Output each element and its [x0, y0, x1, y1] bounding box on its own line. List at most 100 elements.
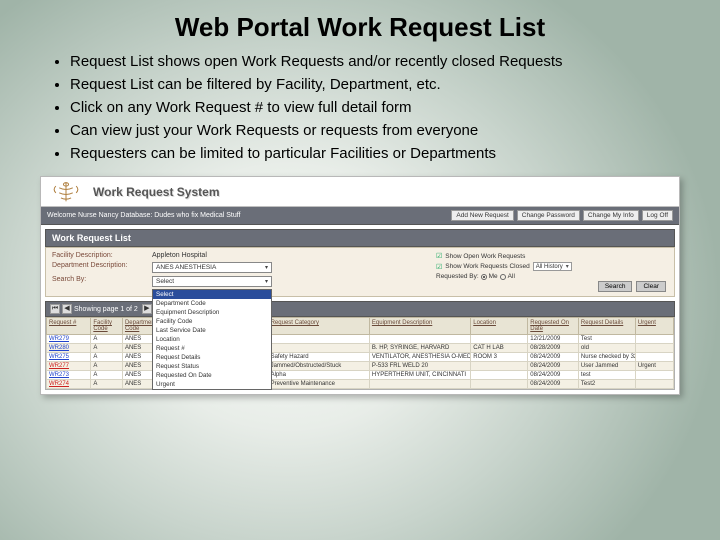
table-row: WR273AANESAlphaHYPERTHERM UNIT, CINCINNA…	[47, 371, 674, 380]
checkbox-checked-icon[interactable]: ☑	[436, 263, 442, 271]
col-urgent[interactable]: Urgent	[635, 318, 673, 335]
cell-location: CAT H LAB	[471, 344, 528, 353]
cell-facility: A	[91, 344, 123, 353]
cell-details: Test2	[578, 380, 635, 389]
cell-details: Test	[578, 335, 635, 344]
cell-location	[471, 380, 528, 389]
table-row: WR274AANESClosedPreventive Maintenance08…	[47, 380, 674, 389]
cell-requested-on: 08/24/2009	[528, 380, 579, 389]
cell-equipment: P-533 FRL WELD 20	[369, 362, 470, 371]
pager-text: Showing page 1 of 2	[74, 306, 138, 313]
change-password-button[interactable]: Change Password	[517, 210, 580, 221]
cell-urgent	[635, 371, 673, 380]
col-location[interactable]: Location	[471, 318, 528, 335]
bullet: Request List can be filtered by Facility…	[70, 74, 680, 95]
dropdown-item[interactable]: Equipment Description	[153, 308, 271, 317]
col-category[interactable]: Request Category	[268, 318, 369, 335]
request-link[interactable]: WR273	[49, 372, 69, 378]
cell-requested-on: 12/21/2009	[528, 335, 579, 344]
chevron-down-icon: ▾	[265, 278, 268, 285]
dropdown-item[interactable]: Requested On Date	[153, 371, 271, 380]
cell-location: ROOM 3	[471, 353, 528, 362]
bullet-list: Request List shows open Work Requests an…	[0, 51, 720, 172]
change-my-info-button[interactable]: Change My Info	[583, 210, 639, 221]
search-by-select[interactable]: Select ▾	[152, 276, 272, 287]
cell-facility: A	[91, 371, 123, 380]
request-link[interactable]: WR274	[49, 381, 69, 387]
col-facility[interactable]: Facility Code	[91, 318, 123, 335]
show-open-label: Show Open Work Requests	[445, 253, 525, 260]
cell-urgent	[635, 353, 673, 362]
filter-right-panel: ☑ Show Open Work Requests ☑ Show Work Re…	[436, 252, 666, 282]
cell-urgent	[635, 344, 673, 353]
cell-category: Alpha	[268, 371, 369, 380]
table-row: WR280AANESNewB. HP, SYRINGE, HARVARDCAT …	[47, 344, 674, 353]
col-equipment[interactable]: Equipment Description	[369, 318, 470, 335]
cell-requested-on: 08/28/2009	[528, 344, 579, 353]
cell-location	[471, 371, 528, 380]
dropdown-item[interactable]: Facility Code	[153, 317, 271, 326]
request-grid: Request # Facility Code Department Code …	[45, 317, 675, 390]
radio-all[interactable]	[500, 274, 506, 280]
radio-me[interactable]	[481, 274, 487, 280]
bullet: Click on any Work Request # to view full…	[70, 97, 680, 118]
log-off-button[interactable]: Log Off	[642, 210, 673, 221]
dropdown-item[interactable]: Request #	[153, 344, 271, 353]
dropdown-item[interactable]: Department Code	[153, 299, 271, 308]
cell-urgent	[635, 380, 673, 389]
filter-panel: Facility Description: Appleton Hospital …	[45, 247, 675, 297]
request-link[interactable]: WR275	[49, 354, 69, 360]
cell-category: Safety Hazard	[268, 353, 369, 362]
clear-button[interactable]: Clear	[636, 281, 666, 292]
bullet: Request List shows open Work Requests an…	[70, 51, 680, 72]
cell-details: test	[578, 371, 635, 380]
caduceus-logo-icon	[49, 181, 83, 203]
col-request-num[interactable]: Request #	[47, 318, 91, 335]
request-link[interactable]: WR280	[49, 345, 69, 351]
col-requested-on[interactable]: Requested On Date	[528, 318, 579, 335]
cell-facility: A	[91, 362, 123, 371]
dropdown-item[interactable]: Last Service Date	[153, 326, 271, 335]
cell-requested-on: 08/24/2009	[528, 371, 579, 380]
search-by-dropdown: Select Department Code Equipment Descrip…	[152, 289, 272, 390]
closed-range-select[interactable]: All History	[533, 262, 572, 271]
dropdown-item[interactable]: Request Details	[153, 353, 271, 362]
dropdown-item[interactable]: Request Status	[153, 362, 271, 371]
facility-value: Appleton Hospital	[152, 252, 282, 259]
search-by-value: Select	[156, 278, 174, 285]
add-new-request-button[interactable]: Add New Request	[451, 210, 513, 221]
col-details[interactable]: Request Details	[578, 318, 635, 335]
dropdown-item[interactable]: Location	[153, 335, 271, 344]
cell-facility: A	[91, 353, 123, 362]
next-page-button[interactable]: ▶	[142, 304, 152, 314]
prev-page-button[interactable]: ◀	[62, 304, 72, 314]
cell-category	[268, 335, 369, 344]
requested-by-label: Requested By:	[436, 273, 479, 280]
panel-title: Work Request List	[45, 229, 675, 247]
cell-requested-on: 08/24/2009	[528, 353, 579, 362]
checkbox-checked-icon[interactable]: ☑	[436, 252, 442, 260]
first-page-button[interactable]: ⏮	[50, 304, 60, 314]
welcome-text: Welcome Nurse Nancy Database: Dudes who …	[47, 212, 448, 219]
request-link[interactable]: WR279	[49, 336, 69, 342]
app-title: Work Request System	[93, 185, 220, 199]
cell-equipment: VENTILATOR, ANESTHESIA O-MEDA W587610	[369, 353, 470, 362]
search-by-label: Search By:	[52, 276, 152, 283]
department-label: Department Description:	[52, 262, 152, 269]
cell-details: User Jammed	[578, 362, 635, 371]
dropdown-item[interactable]: Urgent	[153, 380, 271, 389]
chevron-down-icon: ▾	[265, 264, 268, 271]
cell-location	[471, 362, 528, 371]
filter-action-buttons: Search Clear	[594, 281, 666, 292]
search-button[interactable]: Search	[598, 281, 633, 292]
radio-me-label: Me	[489, 273, 498, 280]
department-select-value: ANES ANESTHESIA	[156, 264, 216, 271]
bullet: Can view just your Work Requests or requ…	[70, 120, 680, 141]
cell-category: Jammed/Obstructed/Stuck	[268, 362, 369, 371]
slide-title: Web Portal Work Request List	[0, 0, 720, 51]
cell-facility: A	[91, 380, 123, 389]
request-link[interactable]: WR277	[49, 363, 69, 369]
dropdown-item[interactable]: Select	[153, 290, 271, 299]
pager-bar: ⏮ ◀ Showing page 1 of 2 ▶ ⏭	[45, 301, 675, 317]
department-select[interactable]: ANES ANESTHESIA ▾	[152, 262, 272, 273]
